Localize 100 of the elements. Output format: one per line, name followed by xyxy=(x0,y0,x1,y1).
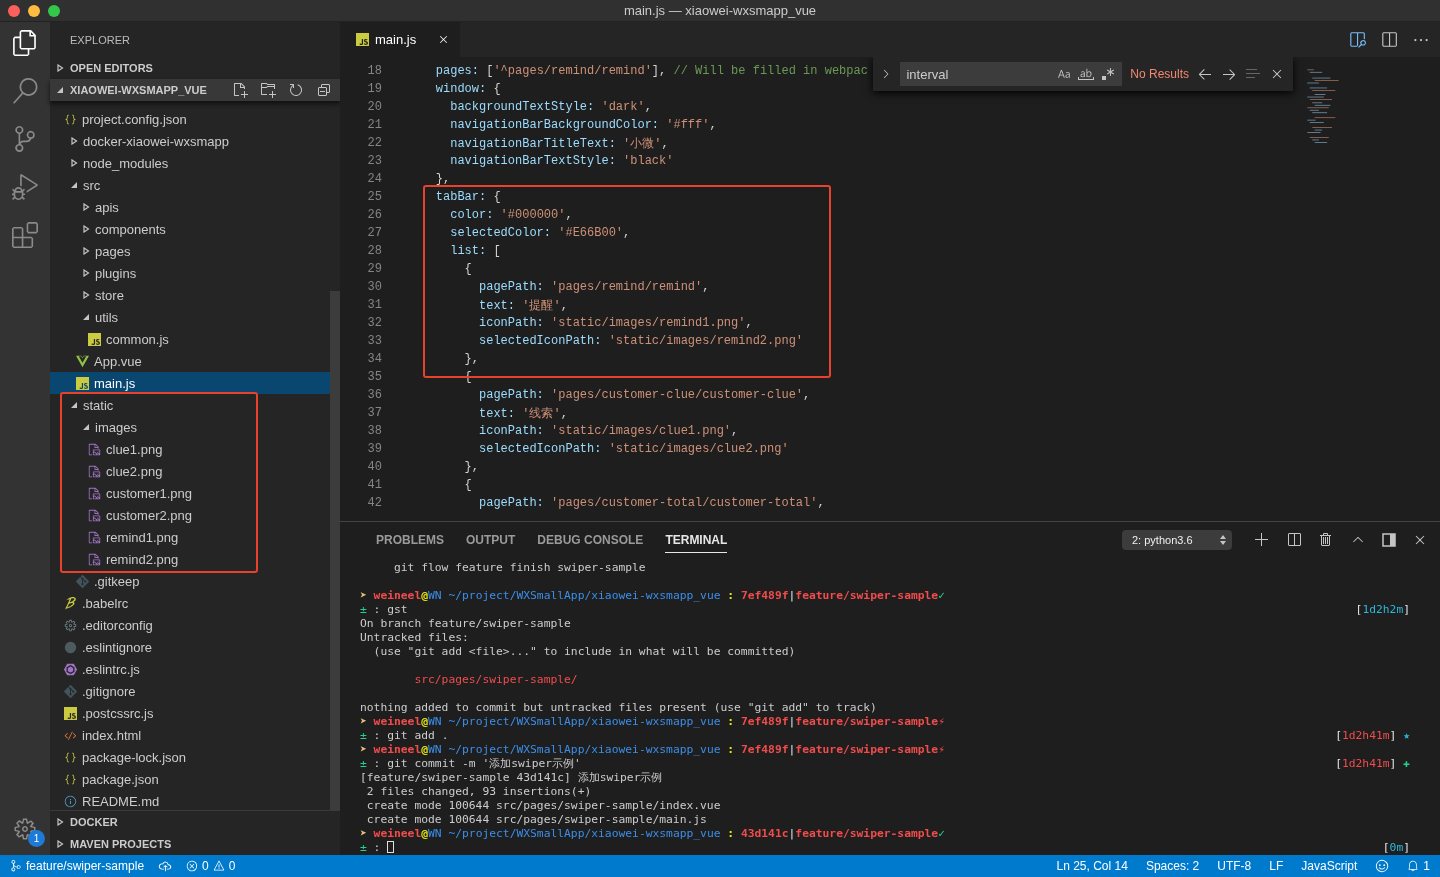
expanded-chevron-icon[interactable] xyxy=(56,86,64,94)
terminal-line: Untracked files: xyxy=(360,630,469,644)
collapsed-chevron-icon[interactable] xyxy=(70,159,78,167)
toggle-panel-position-icon[interactable] xyxy=(1382,533,1396,547)
tree-item[interactable]: .eslintignore xyxy=(50,636,330,658)
cloud-upload-icon[interactable] xyxy=(158,859,173,873)
tree-item[interactable]: plugins xyxy=(50,262,330,284)
tree-item[interactable]: README.md xyxy=(50,790,330,810)
tree-item[interactable]: customer1.png xyxy=(50,482,330,504)
tree-item[interactable]: pages xyxy=(50,240,330,262)
whole-word-icon[interactable] xyxy=(1078,66,1095,82)
close-icon[interactable] xyxy=(437,33,450,46)
line-number: 28 xyxy=(366,244,382,258)
collapse-all-icon[interactable] xyxy=(316,82,332,98)
find-field[interactable]: interval xyxy=(900,62,1123,86)
editor-tab[interactable]: main.js xyxy=(340,22,460,57)
branch-icon[interactable] xyxy=(12,126,38,152)
tree-item[interactable]: apis xyxy=(50,196,330,218)
status-item[interactable]: Spaces: 2 xyxy=(1145,859,1200,873)
tree-item[interactable]: .postcssrc.js xyxy=(50,702,330,724)
tree-item[interactable]: package.json xyxy=(50,768,330,790)
terminal-select[interactable]: 2: python3.6 xyxy=(1122,530,1232,550)
search-icon[interactable] xyxy=(12,78,38,104)
collapsed-chevron-icon[interactable] xyxy=(56,64,64,72)
section-header[interactable]: XIAOWEI-WXSMAPP_VUE xyxy=(50,79,340,101)
status-item[interactable]: UTF-8 xyxy=(1217,859,1252,873)
tree-item[interactable]: remind1.png xyxy=(50,526,330,548)
javascript-file-icon xyxy=(88,332,101,346)
tree-item[interactable]: images xyxy=(50,416,330,438)
collapsed-chevron-icon[interactable] xyxy=(82,291,90,299)
tree-item[interactable]: .babelrc xyxy=(50,592,330,614)
notification-badge: 1 xyxy=(28,830,45,847)
tree-item[interactable]: remind2.png xyxy=(50,548,330,570)
trash-icon[interactable] xyxy=(1318,532,1334,548)
tree-item[interactable]: .editorconfig xyxy=(50,614,330,636)
extensions-icon[interactable] xyxy=(12,222,38,248)
notifications-status[interactable]: 1 xyxy=(1407,859,1430,873)
terminal-line: ➤ weineel@WN ~/project/WXSmallApp/xiaowei-wxsmapp_vue : 7ef489f|feature/swiper-sample⚡ xyxy=(360,714,945,728)
collapsed-chevron-icon[interactable] xyxy=(82,225,90,233)
tree-item[interactable]: App.vue xyxy=(50,350,330,372)
tree-item[interactable]: static xyxy=(50,394,330,416)
tree-item[interactable]: main.js xyxy=(50,372,330,394)
regex-icon[interactable] xyxy=(1100,66,1117,82)
collapsed-chevron-icon[interactable] xyxy=(82,203,90,211)
tree-item[interactable]: src xyxy=(50,174,330,196)
panel-tab[interactable]: TERMINAL xyxy=(665,527,728,553)
problems-status[interactable]: 0 0 xyxy=(186,859,236,873)
refresh-icon[interactable] xyxy=(288,82,304,98)
collapsed-chevron-icon[interactable] xyxy=(82,269,90,277)
status-item[interactable]: LF xyxy=(1269,859,1284,873)
split-terminal-icon[interactable] xyxy=(1286,532,1302,548)
tree-item[interactable]: .gitkeep xyxy=(50,570,330,592)
tree-item[interactable]: customer2.png xyxy=(50,504,330,526)
line-number: 19 xyxy=(366,82,382,96)
branch-status[interactable]: feature/swiper-sample xyxy=(10,859,145,873)
tree-item[interactable]: common.js xyxy=(50,328,330,350)
collapsed-chevron-icon[interactable] xyxy=(56,818,64,826)
smiley-icon[interactable] xyxy=(1375,859,1390,873)
minimize-window-button[interactable] xyxy=(28,4,40,17)
tree-item[interactable]: store xyxy=(50,284,330,306)
tree-item[interactable]: node_modules xyxy=(50,152,330,174)
tree-item[interactable]: package-lock.json xyxy=(50,746,330,768)
expanded-chevron-icon[interactable] xyxy=(70,181,78,189)
expanded-chevron-icon[interactable] xyxy=(70,401,78,409)
code-line: }, xyxy=(434,172,451,186)
files-icon[interactable] xyxy=(12,30,38,56)
new-folder-icon[interactable] xyxy=(260,82,276,98)
panel-tab[interactable]: OUTPUT xyxy=(466,527,516,553)
scrollbar-thumb[interactable] xyxy=(330,291,340,810)
bug-icon[interactable] xyxy=(12,174,38,200)
tree-item[interactable]: clue2.png xyxy=(50,460,330,482)
collapsed-chevron-icon[interactable] xyxy=(56,840,64,848)
new-file-icon[interactable] xyxy=(232,82,248,98)
add-icon[interactable] xyxy=(1254,532,1270,548)
split-editor-icon[interactable] xyxy=(1380,30,1398,49)
collapsed-chevron-icon[interactable] xyxy=(70,137,78,145)
tree-item[interactable]: .eslintrc.js xyxy=(50,658,330,680)
tree-item[interactable]: .gitignore xyxy=(50,680,330,702)
line-number: 32 xyxy=(366,316,382,330)
expanded-chevron-icon[interactable] xyxy=(82,423,90,431)
status-item[interactable]: Ln 25, Col 14 xyxy=(1056,859,1128,873)
zoom-window-button[interactable] xyxy=(48,4,60,17)
tree-item[interactable]: project.config.json xyxy=(50,108,330,130)
expanded-chevron-icon[interactable] xyxy=(82,313,90,321)
section-header[interactable]: MAVEN PROJECTS xyxy=(50,833,340,855)
tree-item[interactable]: components xyxy=(50,218,330,240)
tree-item[interactable]: clue1.png xyxy=(50,438,330,460)
preview-icon[interactable] xyxy=(1348,30,1366,49)
section-header[interactable]: OPEN EDITORS xyxy=(50,57,340,79)
status-item[interactable]: JavaScript xyxy=(1301,859,1358,873)
tree-item[interactable]: utils xyxy=(50,306,330,328)
line-number: 23 xyxy=(366,154,382,168)
tree-item[interactable]: docker-xiaowei-wxsmapp xyxy=(50,130,330,152)
panel-tab[interactable]: DEBUG CONSOLE xyxy=(537,527,644,553)
close-window-button[interactable] xyxy=(8,4,20,17)
section-header[interactable]: DOCKER xyxy=(50,811,340,833)
tree-item[interactable]: index.html xyxy=(50,724,330,746)
panel-tab[interactable]: PROBLEMS xyxy=(376,527,444,553)
collapsed-chevron-icon[interactable] xyxy=(82,247,90,255)
code-line: text: '提醒', xyxy=(478,297,568,314)
